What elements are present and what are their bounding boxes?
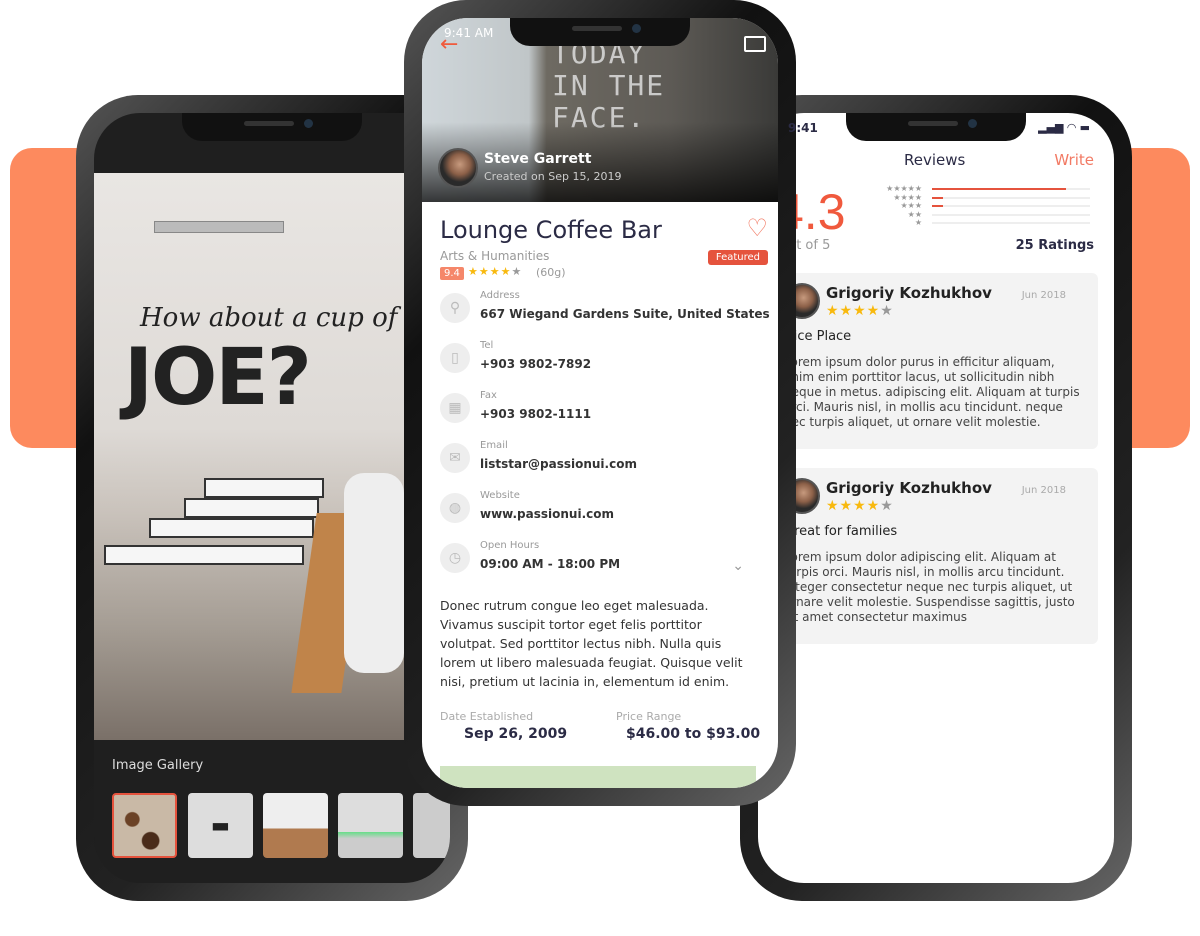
phone-icon: ▯ (440, 343, 470, 373)
distribution-bar-5 (932, 188, 1090, 190)
ratings-count: 25 Ratings (1015, 238, 1094, 253)
date-established: Sep 26, 2009 (464, 726, 568, 742)
info-value: 09:00 AM - 18:00 PM (480, 557, 621, 571)
review-body: Lorem ipsum dolor adipiscing elit. Aliqu… (784, 550, 1075, 624)
distribution-bar-4 (932, 196, 1090, 199)
phone-reviews: 9:41 ▂▄▆ ◠ ▬ Reviews Write 4.3 out of 5 … (740, 95, 1132, 901)
distribution-bar-2 (932, 213, 1090, 216)
date-established-label: Date Established (440, 710, 534, 723)
featured-badge: Featured (707, 250, 768, 265)
distribution-fill (932, 196, 944, 199)
notch (846, 113, 1026, 141)
info-value: 667 Wiegand Gardens Suite, United States (480, 307, 770, 321)
notch (510, 18, 690, 46)
table (104, 545, 304, 565)
score-badge: 9.4 (440, 267, 464, 280)
write-button[interactable]: Write (1054, 151, 1094, 169)
cafe-photo: How about a cup of JOE? (94, 173, 450, 740)
gallery-icon[interactable] (744, 36, 766, 52)
notch (182, 113, 362, 141)
reviewer-name: Grigoriy Kozhukhov (826, 284, 992, 302)
reviewer-name: Grigoriy Kozhukhov (826, 479, 992, 497)
review-date: Jun 2018 (1021, 485, 1066, 496)
category: Arts & Humanities (440, 249, 550, 263)
info-label: Website (480, 490, 520, 501)
distribution-fill (932, 205, 944, 207)
review-stars: ★★★★★ (826, 498, 894, 514)
gallery-thumb-1[interactable] (112, 793, 177, 858)
info-value: +903 9802-7892 (480, 357, 592, 371)
info-label: Address (480, 290, 520, 301)
review-body: Lorem ipsum dolor purus in efficitur ali… (784, 355, 1080, 429)
info-value: liststar@passionui.com (480, 457, 637, 471)
info-value: +903 9802-1111 (480, 407, 592, 421)
gallery-thumb-5[interactable] (413, 793, 450, 858)
reviews-count: (60g) (536, 266, 566, 279)
status-time: 9:41 (788, 121, 818, 135)
author-created: Created on Sep 15, 2019 (484, 170, 622, 183)
ceiling-heater (154, 221, 284, 233)
review-date: Jun 2018 (1021, 290, 1066, 301)
table (204, 478, 324, 498)
map-preview[interactable] (440, 766, 756, 788)
gallery-title: Image Gallery (112, 758, 204, 773)
reviews-title: Reviews (904, 151, 966, 169)
info-label: Fax (480, 390, 497, 401)
distribution-fill (932, 188, 1067, 190)
sign-line1: How about a cup of (140, 303, 398, 333)
review-stars: ★★★★★ (826, 303, 894, 319)
gallery-thumb-4[interactable] (338, 793, 403, 858)
hero-wall-text: TODAY IN THE FACE. (552, 37, 666, 134)
gallery-thumb-3[interactable] (263, 793, 328, 858)
cushions (344, 473, 404, 673)
info-label: Email (480, 440, 508, 451)
reviews-screen: 9:41 ▂▄▆ ◠ ▬ Reviews Write 4.3 out of 5 … (758, 113, 1114, 883)
gallery-screen: How about a cup of JOE? Image Gallery ▬ (94, 113, 450, 883)
place-title: Lounge Coffee Bar (440, 216, 662, 244)
rating-stars: ★★★★★ (468, 265, 523, 278)
status-icons: ▂▄▆ ◠ ▬ (1038, 121, 1090, 134)
sign-line2: JOE? (124, 333, 312, 423)
review-card[interactable]: Grigoriy Kozhukhov Jun 2018 ★★★★★ Nice P… (758, 273, 1098, 449)
globe-icon: ◍ (440, 493, 470, 523)
review-title: Great for families (784, 524, 898, 539)
mail-icon: ✉ (440, 443, 470, 473)
location-pin-icon: ⚲ (440, 293, 470, 323)
heart-icon[interactable]: ♡ (746, 214, 768, 242)
author-name[interactable]: Steve Garrett (484, 151, 591, 167)
table (184, 498, 319, 518)
chevron-down-icon[interactable]: ⌄ (732, 558, 744, 574)
review-card[interactable]: Grigoriy Kozhukhov Jun 2018 ★★★★★ Great … (758, 468, 1098, 644)
clock-icon: ◷ (440, 543, 470, 573)
gallery-thumb-2[interactable]: ▬ (188, 793, 253, 858)
price-range-label: Price Range (616, 710, 682, 723)
author-avatar[interactable] (438, 148, 478, 188)
star-level-1: ★ (914, 218, 922, 227)
info-value: www.passionui.com (480, 507, 614, 521)
info-label: Tel (480, 340, 494, 351)
info-label: Open Hours (480, 540, 540, 551)
fax-icon: ▦ (440, 393, 470, 423)
distribution-bar-1 (932, 222, 1090, 224)
table (149, 518, 314, 538)
description: Donec rutrum congue leo eget malesuada. … (440, 598, 743, 689)
price-range: $46.00 to $93.00 (626, 726, 761, 742)
distribution-bar-3 (932, 205, 1090, 207)
phone-detail: TODAY IN THE FACE. 9:41 AM ← Steve Garre… (404, 0, 796, 806)
back-arrow-icon[interactable]: ← (440, 32, 458, 57)
detail-screen: TODAY IN THE FACE. 9:41 AM ← Steve Garre… (422, 18, 778, 788)
